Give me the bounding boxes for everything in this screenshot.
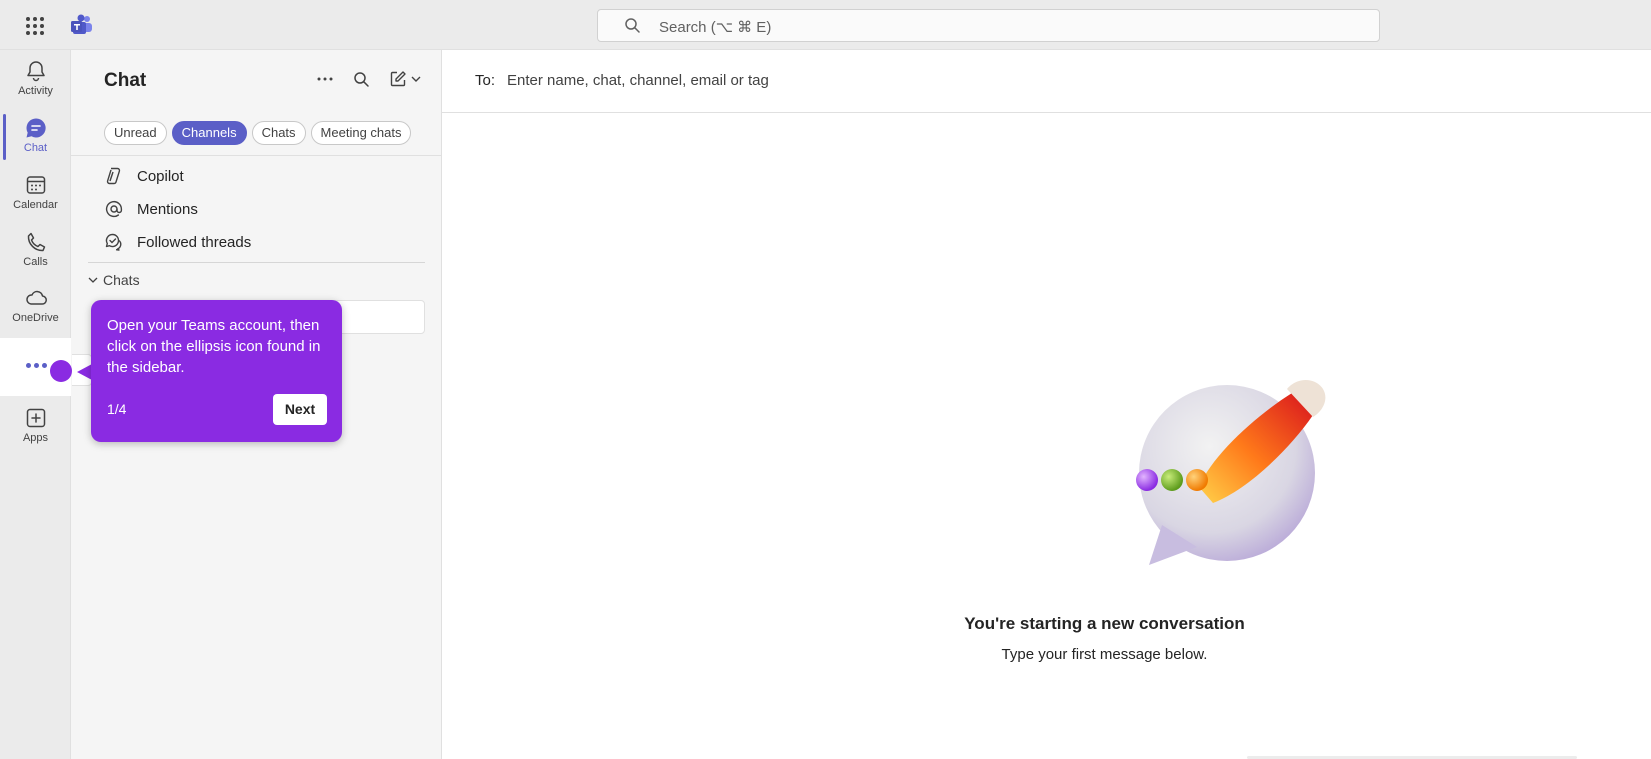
filter-chips: Unread Channels Chats Meeting chats [104, 121, 412, 145]
nav-item-mentions[interactable]: Mentions [104, 195, 198, 223]
rail-item-calendar[interactable]: Calendar [0, 167, 71, 223]
new-conversation-illustration [1136, 380, 1326, 565]
guide-tooltip: Open your Teams account, then click on t… [91, 300, 342, 442]
waffle-icon[interactable] [26, 17, 44, 35]
tooltip-text: Open your Teams account, then click on t… [107, 317, 321, 376]
pane-toolbar [315, 69, 423, 89]
rail-item-onedrive[interactable]: OneDrive [0, 280, 71, 336]
chevron-down-icon [88, 277, 98, 283]
top-bar: Search (⌥ ⌘ E) [0, 0, 1651, 50]
rail-item-apps[interactable]: Apps [0, 400, 71, 456]
search-icon [625, 18, 640, 33]
search-icon [353, 71, 369, 87]
rail-label: Calls [23, 256, 48, 268]
chevron-down-icon [411, 76, 421, 82]
rail-label: Calendar [13, 199, 58, 211]
chats-section-header[interactable]: Chats [88, 272, 140, 288]
plus-square-icon [26, 408, 45, 428]
at-icon [105, 200, 123, 218]
tooltip-step: 1/4 [107, 401, 127, 417]
nav-label: Mentions [137, 200, 198, 218]
search-input[interactable]: Search (⌥ ⌘ E) [597, 9, 1380, 42]
new-chat-button[interactable] [387, 69, 423, 89]
followed-threads-icon [105, 233, 122, 251]
rail-item-calls[interactable]: Calls [0, 224, 71, 280]
section-label: Chats [103, 272, 140, 288]
more-horizontal-icon [317, 77, 333, 81]
rail-label: Chat [23, 142, 48, 154]
bell-icon [26, 61, 45, 82]
to-label: To: [475, 72, 496, 89]
search-chats-button[interactable] [351, 69, 371, 89]
chat-icon [26, 118, 46, 138]
compose-icon [390, 71, 406, 87]
rail-item-chat[interactable]: Chat [0, 110, 71, 166]
copilot-icon [106, 167, 121, 185]
filter-meeting-chats[interactable]: Meeting chats [310, 121, 412, 145]
teams-logo-icon [71, 14, 92, 34]
recipient-bar: To: Enter name, chat, channel, email or … [442, 50, 1651, 113]
cloud-icon [25, 290, 47, 305]
calendar-icon [26, 176, 45, 194]
next-button[interactable]: Next [273, 394, 327, 425]
empty-state-title: You're starting a new conversation [964, 614, 1245, 633]
main-content: To: Enter name, chat, channel, email or … [442, 50, 1651, 759]
guide-hotspot[interactable] [50, 360, 72, 382]
empty-state-subtitle: Type your first message below. [1001, 646, 1208, 663]
nav-item-followed-threads[interactable]: Followed threads [104, 228, 251, 256]
divider [88, 262, 425, 263]
filter-unread[interactable]: Unread [104, 121, 167, 145]
ellipsis-icon [26, 363, 47, 368]
phone-icon [27, 232, 45, 252]
rail-label: Apps [22, 432, 49, 444]
filter-channels[interactable]: Channels [171, 121, 247, 145]
nav-item-copilot[interactable]: Copilot [104, 162, 184, 190]
app-rail: Activity Chat Calendar Calls OneDrive Ap… [0, 50, 71, 759]
pane-title: Chat [104, 70, 147, 91]
nav-label: Copilot [137, 167, 184, 185]
rail-item-activity[interactable]: Activity [0, 53, 71, 109]
nav-label: Followed threads [137, 233, 252, 251]
rail-label: OneDrive [12, 312, 59, 324]
filter-chats[interactable]: Chats [251, 121, 306, 145]
recipient-input[interactable]: Enter name, chat, channel, email or tag [507, 72, 769, 89]
rail-label: Activity [18, 85, 53, 97]
tooltip-arrow [77, 364, 92, 380]
more-options-button[interactable] [315, 69, 335, 89]
search-placeholder: Search (⌥ ⌘ E) [659, 19, 772, 36]
divider [71, 155, 441, 156]
